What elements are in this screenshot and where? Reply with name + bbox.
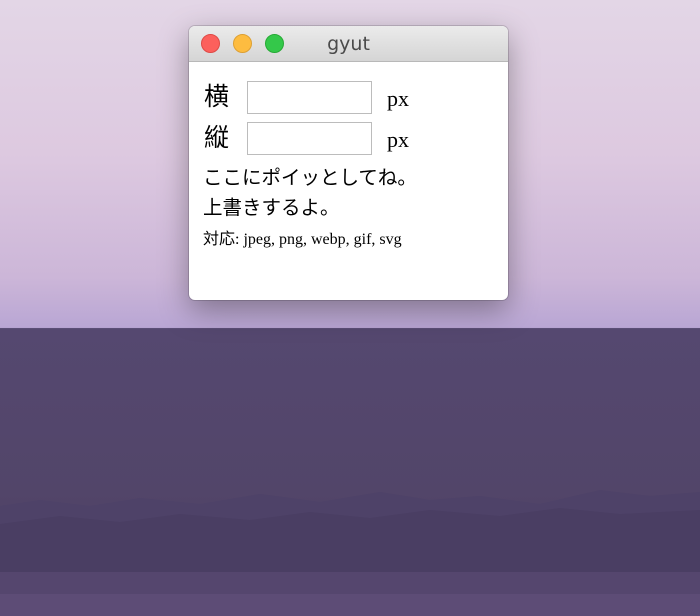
- app-window: gyut 横 px 縦 px ここにポイッとしてね。 上書きするよ。 対応: j…: [189, 26, 508, 300]
- width-unit: px: [387, 86, 409, 111]
- width-input[interactable]: [247, 81, 372, 114]
- window-title: gyut: [327, 33, 370, 55]
- height-unit: px: [387, 127, 409, 152]
- drop-hint-text: ここにポイッとしてね。: [203, 166, 417, 189]
- overwrite-note-text: 上書きするよ。: [203, 196, 340, 219]
- title-bar[interactable]: gyut: [189, 26, 508, 62]
- width-label: 横: [204, 82, 230, 111]
- height-label: 縦: [204, 123, 230, 152]
- supported-formats-text: 対応: jpeg, png, webp, gif, svg: [203, 231, 402, 248]
- mountain-landscape: [0, 490, 700, 616]
- height-input[interactable]: [247, 122, 372, 155]
